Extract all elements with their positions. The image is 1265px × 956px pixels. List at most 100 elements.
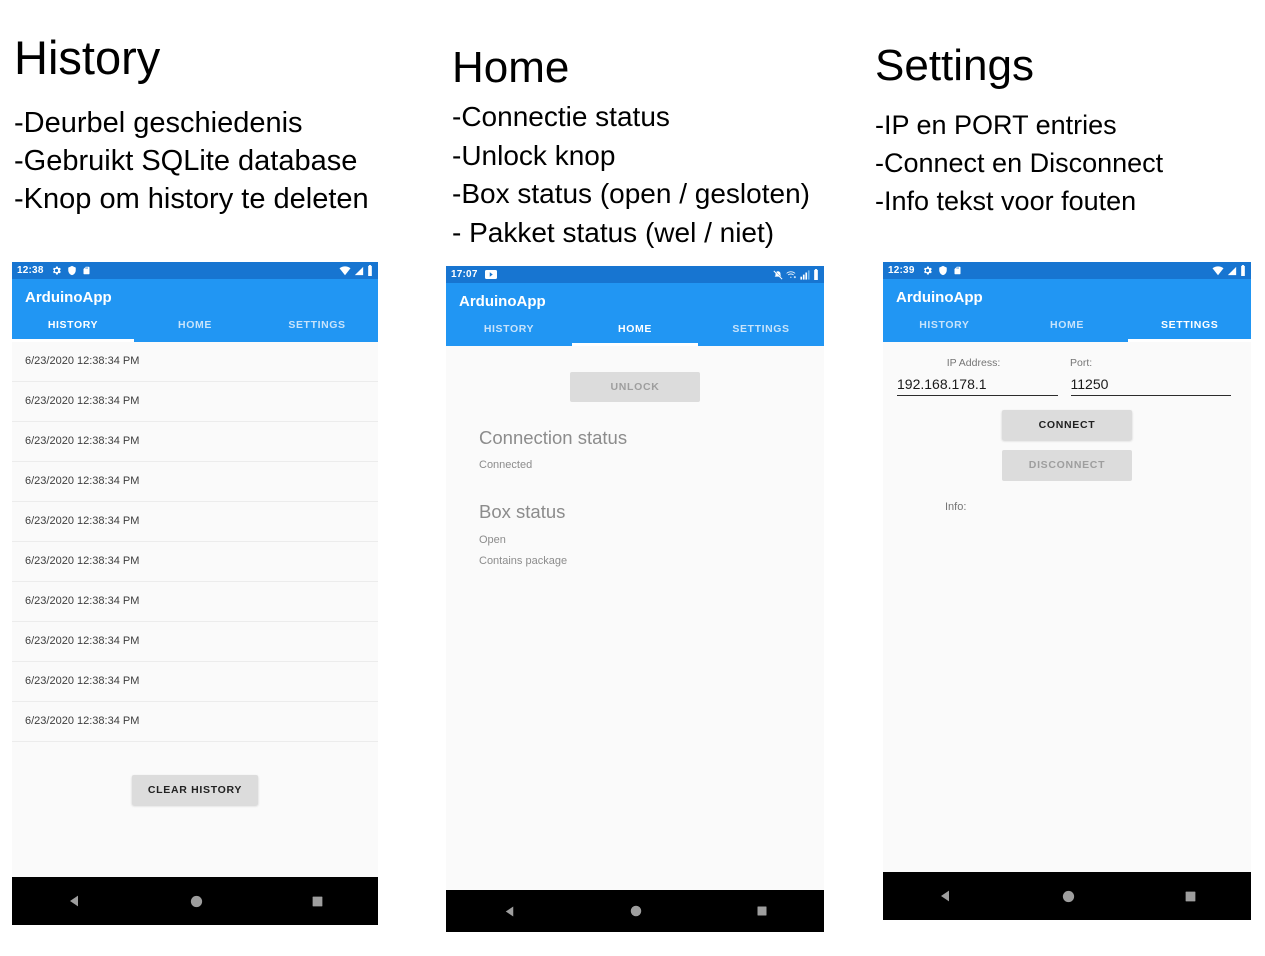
tab-bar: HISTORY HOME SETTINGS: [446, 312, 824, 346]
back-triangle-icon[interactable]: [66, 893, 82, 909]
bullet: -Gebruikt SQLite database: [14, 145, 358, 177]
status-left-icons: [51, 265, 91, 276]
app-title: ArduinoApp: [896, 289, 983, 306]
sdcard-icon: [83, 266, 90, 275]
connection-status-heading: Connection status: [479, 427, 628, 448]
info-label: Info:: [945, 500, 967, 513]
tab-home[interactable]: HOME: [134, 308, 256, 342]
android-nav-bar: [446, 890, 824, 932]
android-nav-bar: [12, 877, 378, 925]
home-circle-icon[interactable]: [189, 894, 204, 909]
status-right-icons: [339, 265, 373, 276]
port-input[interactable]: 11250: [1070, 376, 1231, 396]
sdcard-icon: [954, 266, 961, 275]
package-status-value: Contains package: [479, 555, 568, 567]
home-screen-body: UNLOCK Connection status Connected Box s…: [446, 345, 824, 890]
signal-icon: [1227, 266, 1237, 275]
shield-icon: [67, 265, 76, 276]
list-item[interactable]: 6/23/2020 12:38:34 PM: [12, 622, 378, 662]
list-item[interactable]: 6/23/2020 12:38:34 PM: [12, 502, 378, 542]
wifi-plus-icon: [786, 270, 796, 278]
box-status-value: Open: [479, 534, 506, 546]
android-nav-bar: [883, 872, 1251, 920]
tab-history[interactable]: HISTORY: [12, 308, 134, 342]
bullet: -Knop om history te deleten: [14, 183, 369, 215]
status-bar: 12:39: [883, 262, 1251, 279]
history-screen-body: 6/23/2020 12:38:34 PM 6/23/2020 12:38:34…: [12, 341, 378, 877]
port-label: Port:: [1070, 356, 1093, 369]
home-circle-icon[interactable]: [629, 904, 643, 918]
list-item[interactable]: 6/23/2020 12:38:34 PM: [12, 422, 378, 462]
panel-settings-bullets: -IP en PORT entries -Connect en Disconne…: [875, 106, 1163, 220]
clear-history-button[interactable]: CLEAR HISTORY: [131, 774, 259, 805]
ip-address-input[interactable]: 192.168.178.1: [897, 376, 1058, 396]
app-title: ArduinoApp: [459, 293, 546, 310]
list-item[interactable]: 6/23/2020 12:38:34 PM: [12, 702, 378, 742]
field-inputs-row: 192.168.178.1 11250: [883, 369, 1251, 396]
tab-home[interactable]: HOME: [572, 312, 698, 346]
panel-history-title: History: [14, 31, 161, 84]
list-item[interactable]: 6/23/2020 12:38:34 PM: [12, 662, 378, 702]
phone-screenshot-settings: 12:39 ArduinoApp HISTORY HOME SETTINGS I…: [883, 262, 1251, 920]
shield-icon: [938, 265, 947, 276]
unlock-button[interactable]: UNLOCK: [570, 371, 700, 402]
battery-icon: [814, 269, 818, 280]
history-list[interactable]: 6/23/2020 12:38:34 PM 6/23/2020 12:38:34…: [12, 342, 378, 742]
back-triangle-icon[interactable]: [937, 888, 953, 904]
status-clock: 12:39: [888, 264, 915, 276]
tab-settings[interactable]: SETTINGS: [698, 312, 824, 346]
recents-square-icon[interactable]: [1184, 890, 1197, 903]
tab-bar: HISTORY HOME SETTINGS: [883, 308, 1251, 342]
disconnect-button[interactable]: DISCONNECT: [1002, 450, 1132, 481]
recents-square-icon[interactable]: [311, 895, 324, 908]
box-status-heading: Box status: [479, 501, 566, 522]
home-circle-icon[interactable]: [1061, 889, 1076, 904]
tab-history[interactable]: HISTORY: [446, 312, 572, 346]
connection-status-value: Connected: [479, 459, 533, 471]
status-left-icons: [922, 265, 962, 276]
list-item[interactable]: 6/23/2020 12:38:34 PM: [12, 582, 378, 622]
panel-history: History -Deurbel geschiedenis -Gebruikt …: [14, 30, 369, 218]
list-item[interactable]: 6/23/2020 12:38:34 PM: [12, 342, 378, 382]
status-bar: 17:07: [446, 266, 824, 283]
bullet: -IP en PORT entries: [875, 110, 1117, 140]
bullet: -Info tekst voor fouten: [875, 186, 1137, 216]
status-clock: 12:38: [17, 264, 44, 276]
phone-screenshot-home: 17:07 ArduinoApp HISTORY HOME SETTINGS U…: [446, 266, 824, 932]
gear-icon: [923, 266, 932, 275]
bullet: - Pakket status (wel / niet): [452, 216, 775, 248]
bullet: -Connect en Disconnect: [875, 148, 1164, 178]
panel-settings-title: Settings: [875, 41, 1034, 90]
status-clock: 17:07: [451, 268, 478, 280]
app-bar: ArduinoApp HISTORY HOME SETTINGS: [883, 279, 1251, 342]
recents-square-icon[interactable]: [756, 905, 768, 917]
settings-screen-body: IP Address: Port: 192.168.178.1 11250 CO…: [883, 341, 1251, 872]
tab-settings[interactable]: SETTINGS: [1128, 308, 1251, 342]
list-item[interactable]: 6/23/2020 12:38:34 PM: [12, 462, 378, 502]
wifi-icon: [1212, 265, 1224, 275]
tab-settings[interactable]: SETTINGS: [256, 308, 378, 342]
wifi-icon: [339, 265, 351, 275]
panel-home-title: Home: [452, 43, 570, 92]
battery-icon: [1241, 265, 1245, 276]
mute-icon: [773, 269, 783, 280]
video-icon: [484, 270, 497, 279]
tab-home[interactable]: HOME: [1006, 308, 1129, 342]
tab-history[interactable]: HISTORY: [883, 308, 1006, 342]
disconnect-row: DISCONNECT: [883, 440, 1251, 481]
unlock-row: UNLOCK: [446, 371, 824, 402]
panel-home: Home -Connectie status -Unlock knop -Box…: [452, 42, 810, 252]
bullet: -Deurbel geschiedenis: [14, 107, 303, 139]
back-triangle-icon[interactable]: [502, 904, 517, 919]
list-item[interactable]: 6/23/2020 12:38:34 PM: [12, 382, 378, 422]
bullet: -Box status (open / gesloten): [452, 178, 810, 209]
app-bar: ArduinoApp HISTORY HOME SETTINGS: [12, 279, 378, 342]
list-item[interactable]: 6/23/2020 12:38:34 PM: [12, 542, 378, 582]
status-left-icons: [484, 270, 497, 279]
status-right-icons: [1212, 265, 1246, 276]
field-labels-row: IP Address: Port:: [883, 342, 1251, 369]
connect-button[interactable]: CONNECT: [1002, 409, 1132, 440]
ip-address-label: IP Address:: [946, 356, 1001, 369]
battery-icon: [368, 265, 372, 276]
connect-row: CONNECT: [883, 396, 1251, 440]
